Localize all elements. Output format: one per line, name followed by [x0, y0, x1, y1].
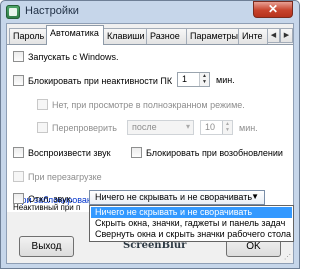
idle-minutes-stepper[interactable]: 1 ▲ ▼ [177, 72, 210, 87]
title-bar[interactable]: Настройки ✕ [1, 1, 299, 23]
resize-grip-icon[interactable]: ⋰ [284, 254, 292, 262]
tab-hotkeys[interactable]: Клавиши [103, 28, 147, 44]
app-icon [6, 5, 20, 19]
window-title: Настройки [25, 5, 79, 17]
dropdown-option[interactable]: Скрыть окна, значки, гаджеты и панель за… [91, 218, 292, 229]
tab-interface[interactable]: Инте [238, 28, 268, 44]
on-restart-label: При перезагрузке [28, 172, 102, 182]
play-sound-option[interactable]: Воспроизвести звук [13, 147, 111, 158]
play-sound-label: Воспроизвести звук [28, 148, 111, 158]
block-on-resume-option[interactable]: Блокировать при возобновлении [131, 147, 283, 158]
tab-password[interactable]: Пароль [9, 28, 47, 44]
start-with-windows-checkbox[interactable] [13, 51, 24, 62]
recheck-minutes-stepper[interactable]: 10 ▲ ▼ [200, 120, 233, 135]
recheck-option[interactable]: Перепроверить [37, 122, 117, 133]
settings-window: Настройки ✕ Пароль Автоматика Клавиши Ра… [0, 0, 300, 269]
inactive-option-partial: Неактивный при п [13, 203, 81, 212]
stepper-arrows-icon[interactable]: ▲ ▼ [199, 73, 209, 86]
recheck-checkbox[interactable] [37, 122, 48, 133]
recheck-mode-select[interactable]: после ▾ [127, 120, 194, 135]
tab-automation[interactable]: Автоматика [46, 25, 104, 45]
block-idle-checkbox[interactable] [13, 75, 24, 86]
start-with-windows-option[interactable]: Запускать с Windows. [13, 51, 118, 62]
stepper-arrows-icon[interactable]: ▲ ▼ [222, 121, 232, 134]
lock-mode-value: Ничего не скрывать и не сворачивать [95, 192, 253, 202]
tab-misc[interactable]: Разное [146, 28, 187, 44]
no-fullscreen-option[interactable]: Нет, при просмотре в полноэкранном режим… [37, 99, 245, 110]
close-button[interactable]: ✕ [253, 1, 293, 18]
tab-scroll-left-icon[interactable]: ◀ [267, 28, 280, 43]
chevron-down-icon: ▾ [185, 122, 190, 131]
block-idle-option[interactable]: Блокировать при неактивности ПК [13, 75, 172, 86]
dropdown-option[interactable]: Свернуть окна и скрыть значки рабочего с… [91, 229, 292, 240]
exit-button[interactable]: Выход [19, 236, 74, 257]
chevron-down-icon: ▼ [251, 192, 259, 201]
automation-panel: Запускать с Windows. Блокировать при неа… [7, 44, 293, 212]
no-fullscreen-label: Нет, при просмотре в полноэкранном режим… [52, 100, 245, 110]
recheck-label: Перепроверить [52, 123, 117, 133]
on-restart-checkbox[interactable] [13, 171, 24, 182]
tab-scroll-right-icon[interactable]: ▶ [280, 28, 293, 43]
idle-minutes-value: 1 [182, 74, 188, 84]
block-on-resume-label: Блокировать при возобновлении [146, 148, 283, 158]
block-on-resume-checkbox[interactable] [131, 147, 142, 158]
no-fullscreen-checkbox[interactable] [37, 99, 48, 110]
recheck-minutes-value: 10 [205, 122, 216, 132]
on-restart-option[interactable]: При перезагрузке [13, 171, 102, 182]
tab-parameters[interactable]: Параметры [186, 28, 239, 44]
recheck-mode-value: после [132, 122, 157, 132]
tab-strip: Пароль Автоматика Клавиши Разное Парамет… [7, 24, 293, 45]
start-with-windows-label: Запускать с Windows. [28, 52, 119, 62]
block-idle-label: Блокировать при неактивности ПК [28, 76, 173, 86]
play-sound-checkbox[interactable] [13, 147, 24, 158]
idle-minutes-unit: мин. [216, 75, 235, 85]
lock-mode-dropdown-list: Ничего не скрывать и не сворачивать Скры… [89, 205, 294, 242]
dropdown-option[interactable]: Ничего не скрывать и не сворачивать [91, 207, 292, 218]
recheck-minutes-unit: мин. [239, 123, 258, 133]
lock-mode-select[interactable]: Ничего не скрывать и не сворачивать ▼ [89, 190, 265, 205]
